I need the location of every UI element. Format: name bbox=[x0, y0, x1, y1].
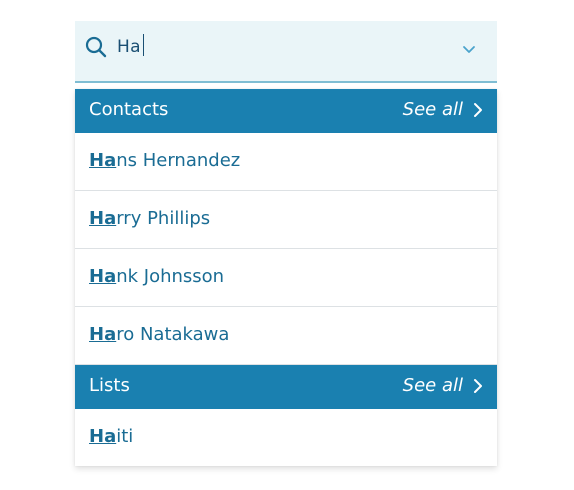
result-text: Harry Phillips bbox=[89, 207, 210, 231]
match-highlight: Ha bbox=[89, 208, 117, 229]
list-result-item[interactable]: Haiti bbox=[75, 409, 497, 466]
result-text: Hans Hernandez bbox=[89, 149, 240, 173]
result-text: Haro Natakawa bbox=[89, 323, 229, 347]
result-rest: rry Phillips bbox=[116, 208, 211, 229]
match-highlight: Ha bbox=[89, 150, 117, 171]
contact-result-item[interactable]: Hans Hernandez bbox=[75, 133, 497, 191]
contact-result-item[interactable]: Haro Natakawa bbox=[75, 307, 497, 365]
see-all-contacts-link[interactable]: See all bbox=[403, 99, 483, 121]
result-rest: iti bbox=[116, 426, 134, 447]
text-caret bbox=[142, 34, 145, 56]
search-icon bbox=[85, 36, 107, 58]
section-title: Contacts bbox=[89, 99, 169, 120]
see-all-label: See all bbox=[402, 375, 463, 396]
result-text: Haiti bbox=[89, 425, 133, 449]
result-rest: ns Hernandez bbox=[116, 150, 241, 171]
search-box[interactable]: Ha bbox=[75, 21, 497, 83]
match-highlight: Ha bbox=[89, 266, 117, 287]
match-highlight: Ha bbox=[89, 324, 117, 345]
see-all-lists-link[interactable]: See all bbox=[403, 375, 483, 397]
section-header-lists: Lists See all bbox=[75, 365, 497, 409]
section-title: Lists bbox=[89, 375, 130, 396]
search-input[interactable]: Ha bbox=[117, 34, 145, 59]
chevron-down-icon[interactable] bbox=[461, 42, 477, 58]
result-rest: ro Natakawa bbox=[116, 324, 230, 345]
result-rest: nk Johnsson bbox=[116, 266, 225, 287]
search-widget: Ha Contacts See all Hans Hernandez Harry… bbox=[75, 21, 497, 466]
search-query: Ha bbox=[117, 37, 141, 57]
result-text: Hank Johnsson bbox=[89, 265, 224, 289]
chevron-right-icon bbox=[474, 103, 482, 117]
contact-result-item[interactable]: Harry Phillips bbox=[75, 191, 497, 249]
section-header-contacts: Contacts See all bbox=[75, 89, 497, 133]
contact-result-item[interactable]: Hank Johnsson bbox=[75, 249, 497, 307]
see-all-label: See all bbox=[402, 99, 463, 120]
chevron-right-icon bbox=[474, 379, 482, 393]
results-dropdown: Contacts See all Hans Hernandez Harry Ph… bbox=[75, 89, 497, 466]
match-highlight: Ha bbox=[89, 426, 117, 447]
